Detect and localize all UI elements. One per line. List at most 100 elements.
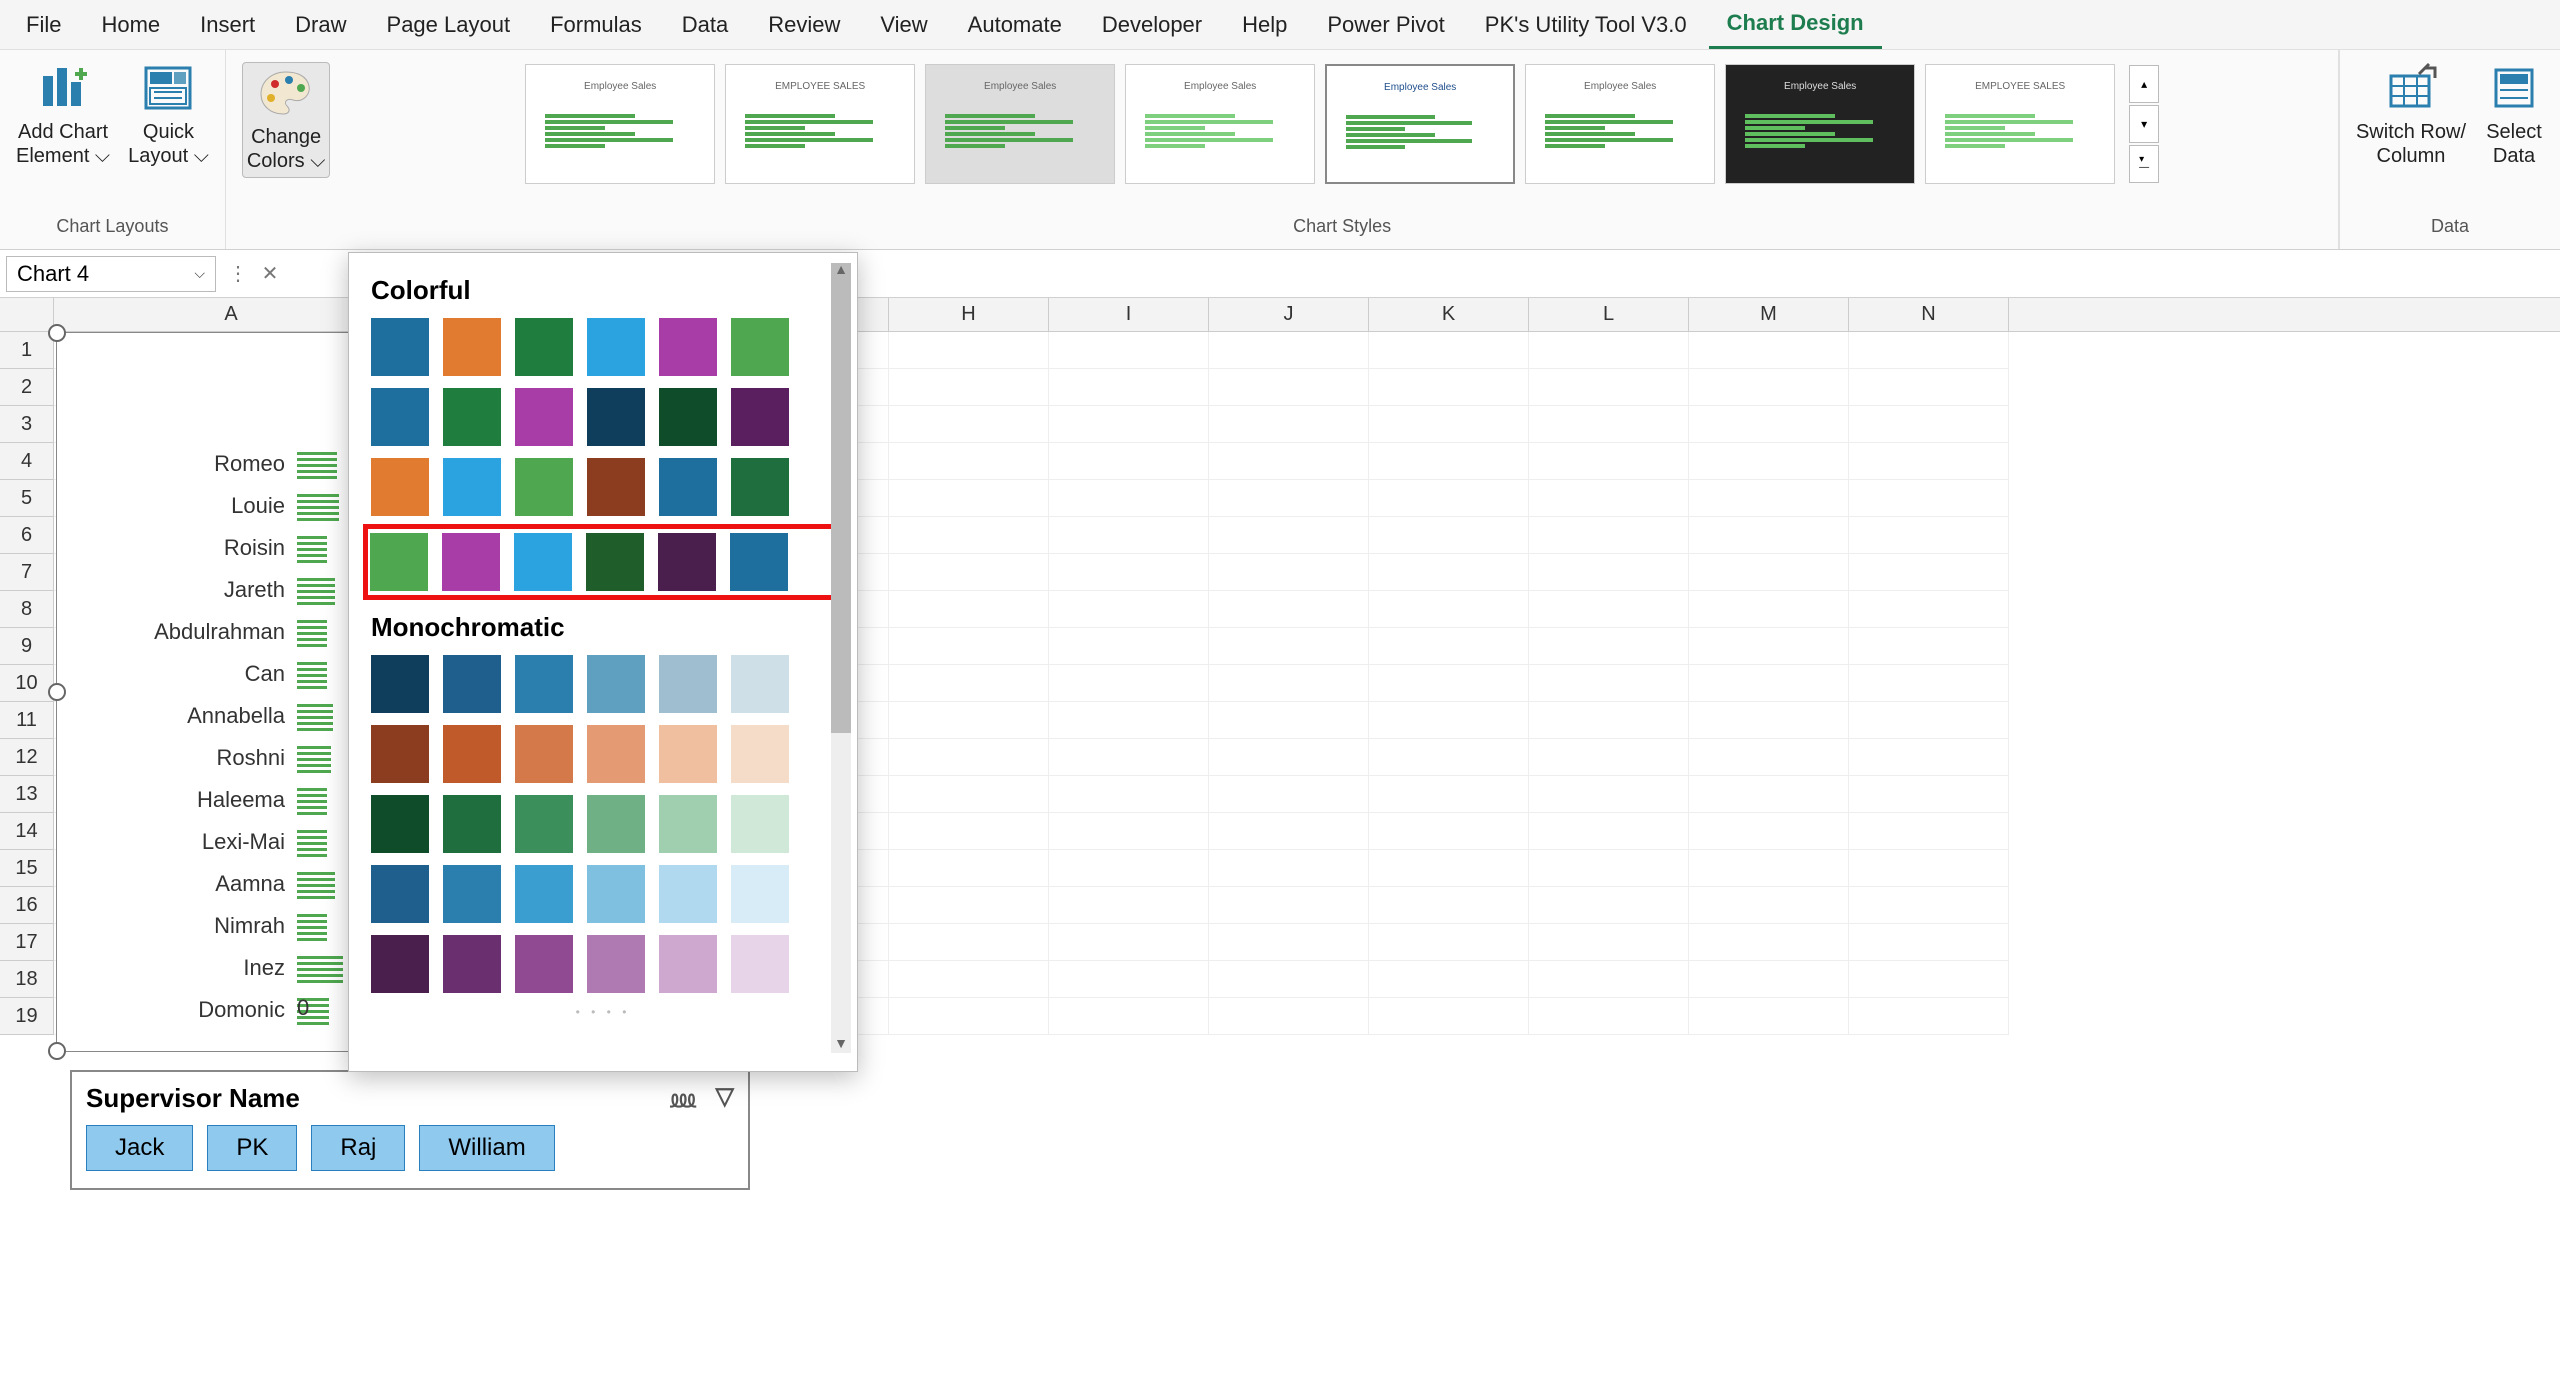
color-swatch[interactable] [442,533,500,591]
cell[interactable] [1049,850,1209,887]
color-swatch[interactable] [443,318,501,376]
cell[interactable] [1369,702,1529,739]
color-swatch[interactable] [515,725,573,783]
color-swatch[interactable] [443,795,501,853]
row-header[interactable]: 7 [0,554,54,591]
cell[interactable] [1529,480,1689,517]
column-header[interactable]: N [1849,298,2009,331]
menu-tab-view[interactable]: View [862,2,945,48]
cell[interactable] [1369,961,1529,998]
cell[interactable] [1529,591,1689,628]
row-header[interactable]: 2 [0,369,54,406]
cell[interactable] [889,443,1049,480]
quick-layout-button[interactable]: Quick Layout ⌵ [128,62,209,168]
chart-style-thumb-6[interactable]: Employee Sales [1525,64,1715,184]
cell[interactable] [1369,406,1529,443]
chart-style-thumb-1[interactable]: Employee Sales [525,64,715,184]
menu-tab-insert[interactable]: Insert [182,2,273,48]
color-palette-row[interactable] [367,929,839,999]
row-header[interactable]: 4 [0,443,54,480]
slicer-multiselect-icon[interactable]: ⅏ [671,1082,696,1115]
cell[interactable] [1849,591,2009,628]
chart-bar[interactable] [297,785,327,815]
cell[interactable] [1209,554,1369,591]
select-all-corner[interactable] [0,298,54,331]
cell[interactable] [1689,998,1849,1035]
row-header[interactable]: 10 [0,665,54,702]
dropdown-scrollbar[interactable]: ▲ ▼ [831,263,851,1053]
cell[interactable] [1529,332,1689,369]
color-swatch[interactable] [370,533,428,591]
cell[interactable] [889,924,1049,961]
cell[interactable] [1849,961,2009,998]
cell[interactable] [889,554,1049,591]
color-swatch[interactable] [587,655,645,713]
cell[interactable] [1849,998,2009,1035]
cell[interactable] [1369,369,1529,406]
cell[interactable] [1529,813,1689,850]
cell[interactable] [1209,480,1369,517]
cell[interactable] [1049,813,1209,850]
menu-tab-pk-s-utility-tool-v3-0[interactable]: PK's Utility Tool V3.0 [1467,2,1705,48]
color-swatch[interactable] [587,795,645,853]
color-swatch[interactable] [371,458,429,516]
cell[interactable] [889,961,1049,998]
color-swatch[interactable] [659,725,717,783]
row-header[interactable]: 13 [0,776,54,813]
cell[interactable] [1209,665,1369,702]
color-swatch[interactable] [587,865,645,923]
cell[interactable] [1049,480,1209,517]
cell[interactable] [1049,554,1209,591]
color-swatch[interactable] [731,655,789,713]
cell[interactable] [1209,628,1369,665]
cell[interactable] [1209,961,1369,998]
chart-bar[interactable] [297,533,327,563]
color-palette-row[interactable] [367,452,839,522]
color-swatch[interactable] [515,318,573,376]
cell[interactable] [1369,813,1529,850]
cell[interactable] [1849,924,2009,961]
color-swatch[interactable] [371,318,429,376]
cell[interactable] [1529,924,1689,961]
chart-style-thumb-7[interactable]: Employee Sales [1725,64,1915,184]
color-swatch[interactable] [443,655,501,713]
cell[interactable] [889,998,1049,1035]
cell[interactable] [889,887,1049,924]
cell[interactable] [1689,850,1849,887]
cell[interactable] [889,776,1049,813]
scrollbar-thumb[interactable] [831,263,851,733]
cell[interactable] [1529,887,1689,924]
cell[interactable] [1049,887,1209,924]
chart-style-thumb-4[interactable]: Employee Sales [1125,64,1315,184]
cell[interactable] [1209,739,1369,776]
cell[interactable] [1369,739,1529,776]
cell[interactable] [1369,628,1529,665]
cell[interactable] [1849,739,2009,776]
color-swatch[interactable] [587,458,645,516]
cell[interactable] [1529,628,1689,665]
cell[interactable] [1049,591,1209,628]
color-swatch[interactable] [659,655,717,713]
cell[interactable] [1689,739,1849,776]
column-header[interactable]: I [1049,298,1209,331]
column-header[interactable]: M [1689,298,1849,331]
chart-bar[interactable] [297,743,331,773]
color-palette-row[interactable] [367,719,839,789]
color-swatch[interactable] [443,388,501,446]
cell[interactable] [889,480,1049,517]
scroll-up-icon[interactable]: ▲ [831,261,851,281]
cell[interactable] [1689,887,1849,924]
slicer-item[interactable]: PK [207,1125,297,1171]
cell[interactable] [1849,850,2009,887]
color-swatch[interactable] [515,795,573,853]
cell[interactable] [1689,517,1849,554]
color-swatch[interactable] [514,533,572,591]
color-swatch[interactable] [586,533,644,591]
chart-bar[interactable] [297,701,333,731]
cell[interactable] [1849,813,2009,850]
cell[interactable] [1529,702,1689,739]
color-swatch[interactable] [658,533,716,591]
menu-tab-automate[interactable]: Automate [950,2,1080,48]
color-swatch[interactable] [659,795,717,853]
cell[interactable] [1209,517,1369,554]
